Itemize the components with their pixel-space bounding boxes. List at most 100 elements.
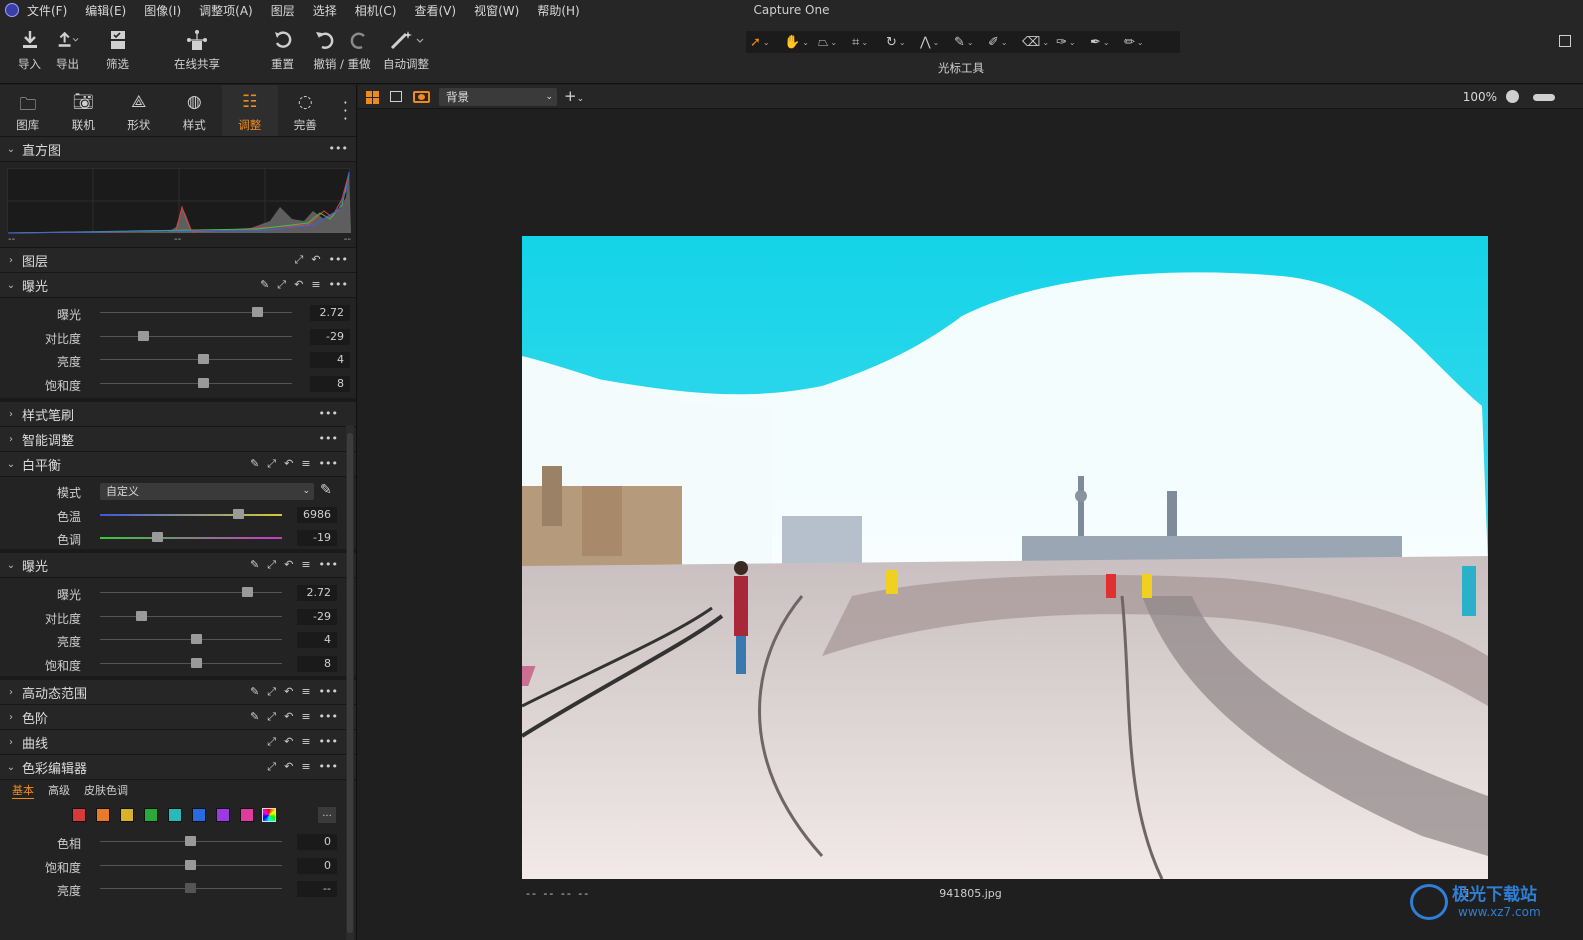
swatch-cyan[interactable] [168,808,182,822]
smart-adjust-header[interactable]: › 智能调整 ••• [0,427,356,452]
picker-icon[interactable]: ✎ [250,457,259,471]
histogram-header[interactable]: ⌄ 直方图 ••• [0,137,356,162]
slider-knob[interactable] [185,859,196,870]
menu-camera[interactable]: 相机(C) [355,2,397,19]
layer-select[interactable]: 背景 ⌄ [439,88,557,106]
menu-image[interactable]: 图像(I) [144,2,181,19]
color-wheel-icon[interactable] [262,808,276,822]
undo-redo-button[interactable]: 撤销 / 重做 [312,28,372,72]
value-field[interactable]: -29 [297,608,337,625]
import-button[interactable]: 导入 [18,28,41,72]
swatch-green[interactable] [144,808,158,822]
slider-knob[interactable] [198,354,209,364]
swatch-purple[interactable] [216,808,230,822]
menu-icon[interactable]: ≡ [301,558,310,572]
tab-refine[interactable]: ◌ 完善 [278,85,334,136]
exposure-header-2[interactable]: ⌄ 曝光 ✎ ⤢ ↶ ≡ ••• [0,553,356,578]
menu-icon[interactable]: ≡ [311,278,320,292]
menu-icon[interactable]: ≡ [301,457,310,471]
eraser-tool[interactable]: ⌫ ⌄ [1022,32,1056,52]
reset-icon[interactable]: ↶ [284,710,293,724]
annotation-tool[interactable]: ✏ ⌄ [1124,32,1158,52]
slider-knob[interactable] [242,587,253,597]
hdr-header[interactable]: › 高动态范围 ✎ ⤢ ↶ ≡ ••• [0,680,356,705]
menu-window[interactable]: 视窗(W) [474,2,519,19]
expand-icon[interactable]: ⤢ [267,710,276,724]
reset-icon[interactable]: ↶ [284,685,293,699]
slider-track[interactable] [100,359,292,360]
tab-capture[interactable]: 📷︎ 联机 [56,85,112,136]
menu-help[interactable]: 帮助(H) [537,2,579,19]
select-cursor-tool[interactable]: ➚ ⌄ [750,32,784,52]
more-icon[interactable]: ••• [319,457,338,471]
expand-icon[interactable]: ⤢ [295,253,304,267]
share-button[interactable]: 在线共享 [174,28,220,72]
expand-icon[interactable]: ⤢ [267,735,276,749]
reset-icon[interactable]: ↶ [311,253,320,267]
keystone-tool[interactable]: ⏢ ⌄ [818,32,852,52]
menu-view[interactable]: 查看(V) [415,2,457,19]
menu-icon[interactable]: ≡ [301,685,310,699]
menu-select[interactable]: 选择 [313,2,337,19]
more-swatches-button[interactable]: ... [318,807,336,823]
slider-knob[interactable] [185,883,196,893]
rotate-tool[interactable]: ↻ ⌄ [886,32,920,52]
value-field[interactable]: 2.72 [310,305,350,321]
menu-edit[interactable]: 编辑(E) [85,2,126,19]
slider-knob[interactable] [191,634,202,644]
slider-track[interactable] [100,335,292,337]
more-icon[interactable]: ••• [329,253,348,267]
tint-track[interactable] [100,537,282,539]
reset-icon[interactable]: ↶ [284,558,293,572]
menu-layers[interactable]: 图层 [271,2,295,19]
picker-icon[interactable]: ✎ [260,278,269,292]
scrollbar-thumb[interactable] [347,433,353,933]
swatch-red[interactable] [72,808,86,822]
value-field[interactable]: 2.72 [297,585,337,601]
filter-button[interactable]: 筛选 [106,28,129,72]
more-icon[interactable]: ••• [319,685,338,699]
levels-header[interactable]: › 色阶 ✎ ⤢ ↶ ≡ ••• [0,705,356,730]
layout-toggle-icon[interactable] [1559,35,1571,47]
tab-skin-tone[interactable]: 皮肤色调 [84,782,128,798]
main-photo[interactable] [522,236,1488,879]
value-field[interactable]: 4 [310,352,350,368]
slider-knob[interactable] [136,610,147,621]
expand-icon[interactable]: ⤢ [267,457,276,471]
swatch-yellow[interactable] [120,808,134,822]
reset-icon[interactable]: ↶ [284,735,293,749]
grid-view-icon[interactable] [366,91,379,104]
more-icon[interactable]: ••• [319,710,338,724]
menu-file[interactable]: 文件(F) [27,2,67,19]
zoom-icon[interactable] [1506,90,1519,103]
reset-icon[interactable]: ↶ [284,457,293,471]
value-field[interactable]: 8 [310,375,350,392]
tab-library[interactable]: 🗀 图库 [0,85,56,136]
tab-advanced[interactable]: 高级 [48,782,70,798]
picker-tool[interactable]: ✎ ⌄ [954,32,988,52]
value-field[interactable]: -- [297,881,337,897]
tab-adjust[interactable]: ☷ 调整 [222,85,278,136]
crop-tool[interactable]: ⌗ ⌄ [852,32,886,52]
add-layer-icon[interactable]: +⌄ [564,87,584,105]
export-button[interactable]: 导出 [56,28,79,72]
heal-tool[interactable]: ✑ ⌄ [1056,32,1090,52]
more-icon[interactable]: ••• [329,278,348,292]
reset-icon[interactable]: ↶ [284,760,293,774]
value-field[interactable]: 6986 [297,506,337,523]
eyedropper-icon[interactable]: ✎ [320,482,332,498]
eye-icon[interactable] [413,91,430,103]
value-field[interactable]: -19 [297,530,337,546]
single-view-icon[interactable] [390,91,402,102]
reset-icon[interactable]: ↶ [294,278,303,292]
value-field[interactable]: 4 [297,632,337,648]
exposure-header[interactable]: ⌄ 曝光 ✎ ⤢ ↶ ≡ ••• [0,273,356,298]
more-icon[interactable]: ••• [319,558,338,572]
zoom-slider[interactable] [1533,94,1555,101]
white-balance-header[interactable]: ⌄ 白平衡 ✎ ⤢ ↶ ≡ ••• [0,452,356,477]
gradient-tool[interactable]: ✒ ⌄ [1090,32,1124,52]
expand-icon[interactable]: ⤢ [267,558,276,572]
kelvin-track[interactable] [100,513,282,516]
slider-track[interactable] [100,615,282,617]
auto-adjust-button[interactable]: 自动调整 [383,28,429,72]
